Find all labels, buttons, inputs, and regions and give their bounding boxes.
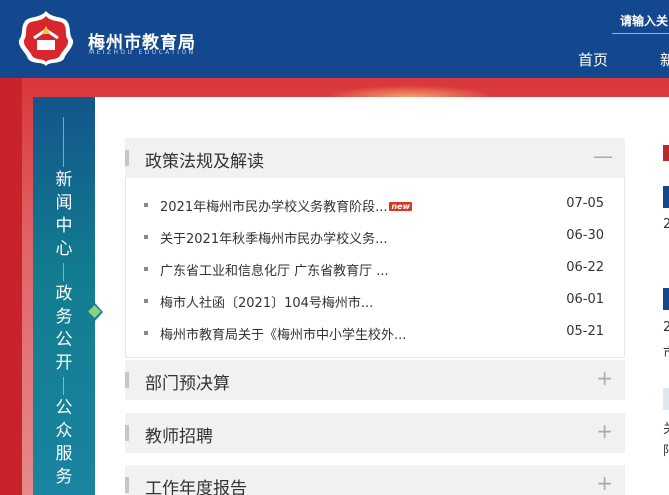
new-badge: new	[389, 202, 412, 211]
site-header: 梅州市教育局 MEIZHOU EDUCATION 请输入关 首页 新	[0, 0, 669, 78]
policy-list: 2021年梅州市民办学校义务教育阶段... new 07-05 关于2021年秋季…	[125, 178, 625, 358]
section-policy: 政策法规及解读 —	[125, 138, 625, 178]
item-date: 06-30	[566, 228, 604, 243]
sidenav-char: 务	[55, 307, 73, 327]
divider-line	[63, 117, 64, 167]
item-title-text: 2021年梅州市民办学校义务教育阶段...	[160, 200, 388, 215]
right-column-text: 关	[663, 418, 669, 437]
right-column-text: 2	[663, 320, 669, 335]
expand-icon[interactable]: +	[596, 471, 613, 495]
section-teacher-recruitment: 教师招聘 +	[125, 413, 625, 453]
right-column-marker	[663, 145, 669, 161]
expand-icon[interactable]: +	[596, 419, 613, 443]
sidenav-char: 务	[55, 467, 73, 487]
section-header[interactable]: 部门预决算 +	[125, 360, 625, 400]
section-title: 工作年度报告	[145, 479, 247, 495]
section-header[interactable]: 工作年度报告 +	[125, 465, 625, 495]
item-title[interactable]: 广东省工业和信息化厅 广东省教育厅 ...	[160, 260, 389, 279]
right-column-tab	[663, 186, 669, 208]
bullet-icon	[144, 267, 148, 271]
sidenav-item-public-service[interactable]: 公 众 服 务	[33, 397, 95, 489]
item-date: 05-21	[566, 324, 604, 339]
sidenav-char: 开	[55, 353, 73, 373]
nav-item-home[interactable]: 首页	[578, 49, 608, 70]
item-title[interactable]: 关于2021年秋季梅州市民办学校义务...	[160, 228, 387, 247]
nav-item-news[interactable]: 新	[660, 49, 669, 70]
section-marker	[125, 477, 129, 493]
sidenav-char: 公	[55, 398, 73, 418]
sidenav-char: 服	[55, 444, 73, 464]
section-marker	[125, 372, 129, 388]
expand-icon[interactable]: +	[596, 366, 613, 390]
right-column-tab	[663, 288, 669, 310]
list-item[interactable]: 2021年梅州市民办学校义务教育阶段... new 07-05	[144, 196, 604, 216]
sidenav-char: 众	[55, 421, 73, 441]
section-marker	[125, 150, 129, 166]
right-column-text: 阳	[663, 440, 669, 459]
right-column-text: 市	[663, 342, 669, 361]
item-title[interactable]: 2021年梅州市民办学校义务教育阶段... new	[160, 196, 412, 215]
bullet-icon	[144, 299, 148, 303]
collapse-icon[interactable]: —	[593, 144, 613, 168]
sidenav-char: 政	[55, 284, 73, 304]
section-budget: 部门预决算 +	[125, 360, 625, 400]
list-item[interactable]: 关于2021年秋季梅州市民办学校义务... 06-30	[144, 228, 604, 248]
section-title: 政策法规及解读	[145, 152, 264, 172]
bullet-icon	[144, 203, 148, 207]
sidenav-char: 公	[55, 330, 73, 350]
section-title: 部门预决算	[145, 374, 230, 394]
list-item[interactable]: 梅市人社函〔2021〕104号梅州市... 06-01	[144, 292, 604, 312]
site-name-en: MEIZHOU EDUCATION	[89, 49, 196, 56]
sidenav-item-government-affairs[interactable]: 政 务 公 开	[33, 283, 95, 375]
bullet-icon	[144, 331, 148, 335]
sidenav-item-news-center[interactable]: 新 闻 中 心	[33, 169, 95, 261]
right-column-text: 2	[663, 217, 669, 232]
sidenav-char: 新	[55, 170, 73, 190]
bullet-icon	[144, 235, 148, 239]
section-header[interactable]: 教师招聘 +	[125, 413, 625, 453]
sidenav-char: 闻	[55, 193, 73, 213]
right-column-tab	[663, 388, 669, 410]
section-header[interactable]: 政策法规及解读 —	[125, 138, 625, 178]
emblem-logo-icon[interactable]	[16, 8, 76, 68]
item-date: 06-22	[566, 260, 604, 275]
divider-line	[63, 263, 64, 281]
sidenav-char: 中	[55, 216, 73, 236]
item-title[interactable]: 梅市人社函〔2021〕104号梅州市...	[160, 292, 373, 311]
sidenav-char: 心	[55, 239, 73, 259]
item-date: 07-05	[566, 196, 604, 211]
section-annual-report: 工作年度报告 +	[125, 465, 625, 495]
banner-left-stripe	[0, 78, 22, 495]
section-title: 教师招聘	[145, 427, 213, 447]
divider-line	[63, 377, 64, 395]
side-navigation: 新 闻 中 心 政 务 公 开 公 众 服 务	[33, 97, 95, 495]
section-marker	[125, 425, 129, 441]
list-item[interactable]: 梅州市教育局关于《梅州市中小学生校外... 05-21	[144, 324, 604, 344]
search-input[interactable]: 请输入关	[612, 8, 669, 34]
list-item[interactable]: 广东省工业和信息化厅 广东省教育厅 ... 06-22	[144, 260, 604, 280]
item-title[interactable]: 梅州市教育局关于《梅州市中小学生校外...	[160, 324, 406, 343]
item-date: 06-01	[566, 292, 604, 307]
